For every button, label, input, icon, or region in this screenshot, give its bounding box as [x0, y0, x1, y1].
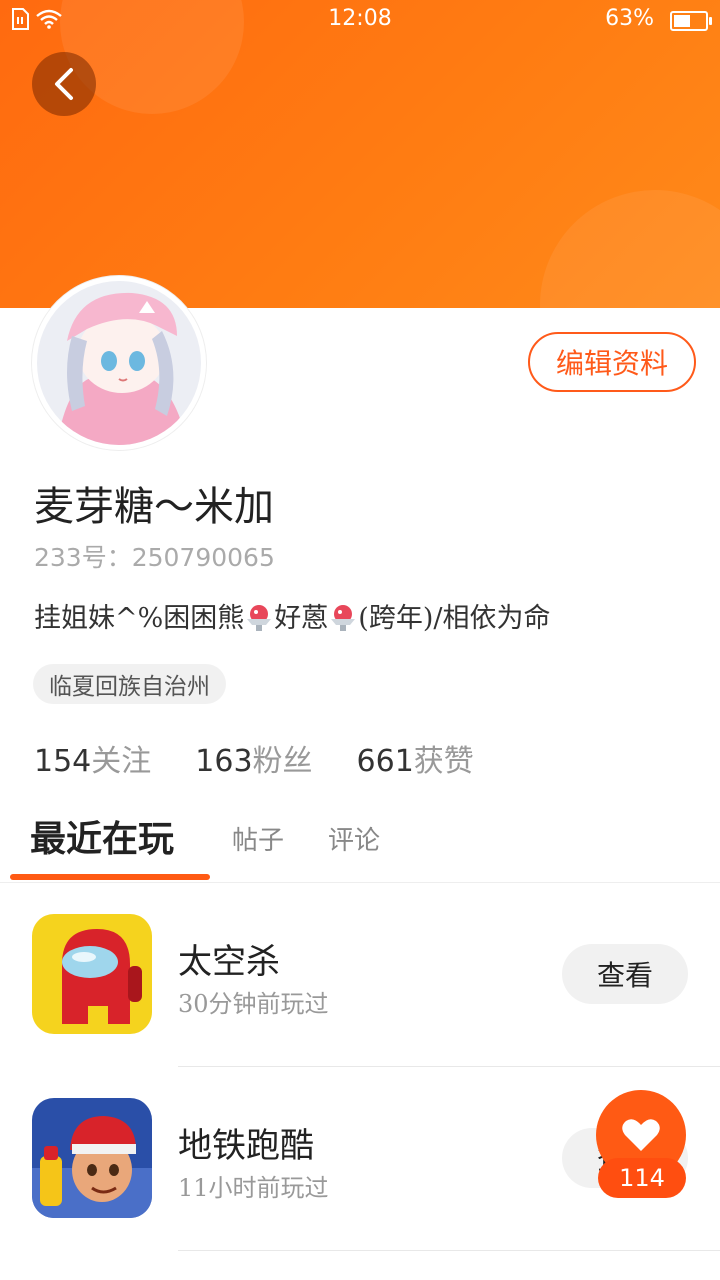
battery-percent: 63% — [605, 6, 654, 31]
game-title: 太空杀 — [178, 942, 280, 982]
user-id: 233号：250790065 — [34, 538, 275, 574]
status-bar: 12:08 63% — [0, 0, 720, 36]
stat-label: 粉丝 — [252, 744, 313, 779]
subway-surfers-icon — [32, 1098, 152, 1218]
tab-recently-played[interactable]: 最近在玩 — [30, 810, 174, 862]
battery-icon — [670, 11, 712, 31]
active-tab-indicator — [10, 874, 210, 880]
stat-number: 661 — [356, 744, 414, 779]
stat-label: 获赞 — [413, 744, 474, 779]
user-id-label: 233号： — [34, 543, 132, 572]
bio-text: 挂姐妹^%困困熊 — [34, 603, 245, 634]
stats-row: 154关注 163粉丝 661获赞 — [34, 736, 518, 780]
like-count: 114 — [598, 1158, 686, 1198]
shaved-ice-icon — [247, 605, 272, 631]
like-floating-button[interactable]: 114 — [596, 1090, 688, 1200]
profile-name: 麦芽糖～米加 — [34, 484, 274, 530]
stat-likes[interactable]: 661获赞 — [357, 736, 474, 780]
profile-header-banner — [0, 0, 720, 308]
list-divider — [178, 1066, 720, 1067]
shaved-ice-icon — [331, 605, 356, 631]
stat-label: 关注 — [91, 744, 152, 779]
avatar[interactable] — [32, 276, 206, 450]
edit-profile-button[interactable]: 编辑资料 — [528, 332, 696, 392]
list-item[interactable]: 太空杀 30分钟前玩过 查看 — [0, 884, 720, 1068]
game-last-played: 11小时前玩过 — [178, 1174, 329, 1202]
tab-posts[interactable]: 帖子 — [232, 820, 284, 857]
heart-icon — [622, 1119, 660, 1151]
stat-number: 163 — [195, 744, 253, 779]
tab-comments[interactable]: 评论 — [328, 820, 380, 857]
user-id-value: 250790065 — [131, 543, 275, 572]
game-icon — [32, 914, 152, 1034]
view-button[interactable]: 查看 — [562, 944, 688, 1004]
game-title: 地铁跑酷 — [178, 1126, 314, 1166]
list-divider — [178, 1250, 720, 1251]
stat-number: 154 — [34, 744, 92, 779]
battery-fill — [674, 15, 690, 27]
bio-text: (跨年)/相依为命 — [358, 603, 551, 634]
chevron-left-icon — [55, 68, 73, 100]
bio-text: 好蒽 — [274, 603, 329, 634]
location-tag: 临夏回族自治州 — [33, 664, 226, 704]
game-last-played: 30分钟前玩过 — [178, 990, 329, 1018]
game-icon — [32, 1098, 152, 1218]
stat-followers[interactable]: 163粉丝 — [195, 736, 312, 780]
header-decoration — [540, 190, 720, 308]
tab-bar: 最近在玩 帖子 评论 — [0, 806, 720, 883]
among-us-icon — [32, 914, 152, 1034]
stat-following[interactable]: 154关注 — [34, 736, 151, 780]
back-button[interactable] — [32, 52, 96, 116]
profile-bio: 挂姐妹^%困困熊 好蒽 (跨年)/相依为命 — [34, 596, 550, 635]
avatar-image — [37, 281, 201, 445]
